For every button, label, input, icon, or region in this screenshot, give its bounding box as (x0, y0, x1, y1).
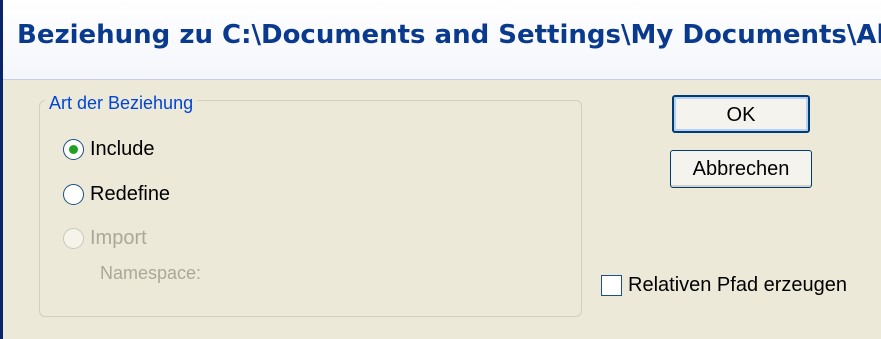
ok-button[interactable]: OK (672, 95, 810, 133)
dialog-window: Beziehung zu C:\Documents and Settings\M… (0, 0, 881, 339)
radio-dot-icon (69, 144, 78, 154)
radio-import-label: Import (90, 226, 147, 249)
cancel-button[interactable]: Abbrechen (670, 150, 812, 188)
radio-unselected-icon[interactable] (63, 183, 84, 205)
relative-path-label: Relativen Pfad erzeugen (628, 273, 848, 296)
radio-redefine[interactable]: Redefine (63, 180, 170, 208)
namespace-label: Namespace: (100, 263, 202, 283)
relationship-type-group (39, 100, 582, 317)
radio-selected-icon[interactable] (63, 138, 84, 160)
title-bar[interactable]: Beziehung zu C:\Documents and Settings\M… (3, 0, 881, 80)
group-legend: Art der Beziehung (45, 93, 198, 114)
relative-path-checkbox[interactable]: Relativen Pfad erzeugen (601, 272, 847, 298)
radio-disabled-icon (63, 227, 84, 249)
radio-include[interactable]: Include (63, 135, 155, 163)
radio-include-label: Include (90, 137, 155, 160)
window-title: Beziehung zu C:\Documents and Settings\M… (17, 20, 881, 50)
radio-redefine-label: Redefine (90, 182, 171, 205)
radio-import: Import (63, 224, 147, 252)
checkbox-icon[interactable] (601, 274, 622, 296)
